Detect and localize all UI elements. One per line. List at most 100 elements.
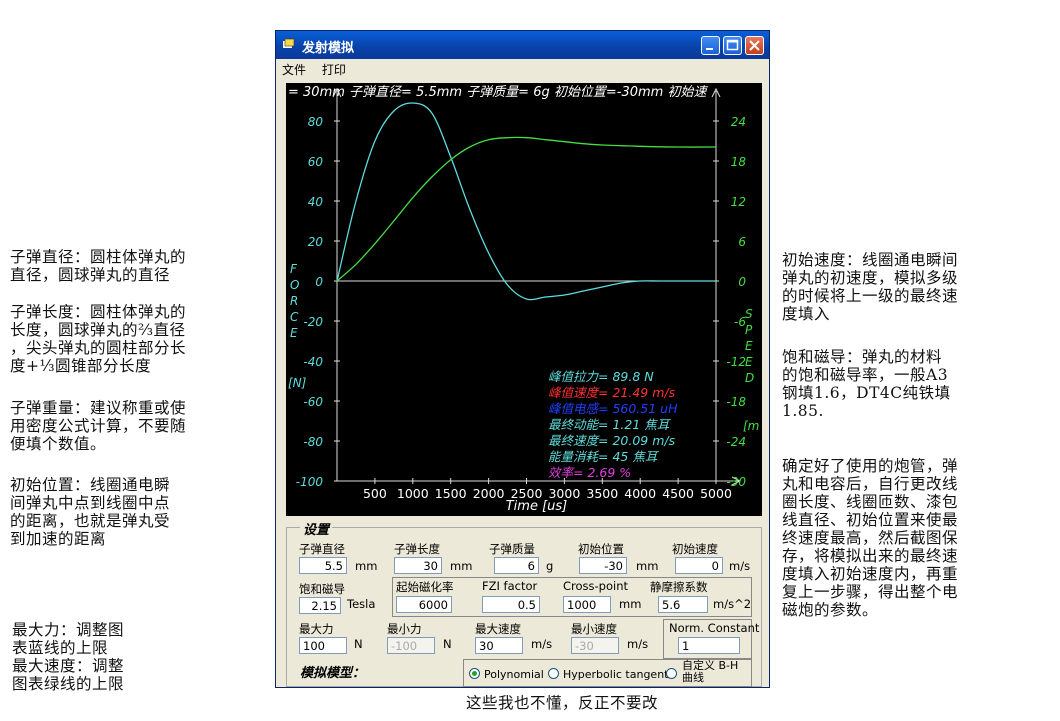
window-title: 发射模拟: [302, 41, 355, 56]
close-icon: [749, 40, 760, 51]
x-axis-label: Time [us]: [506, 499, 568, 514]
left-tick-label: 80: [308, 115, 324, 129]
left-tick-label: -60: [303, 395, 323, 409]
stat-line: 最终速度= 20.09 m/s: [548, 433, 676, 448]
speed-axis-letter: S: [745, 307, 753, 321]
initial-speed-unit: m/s: [729, 559, 751, 573]
maximize-icon: [726, 39, 739, 51]
start-mag-label: 起始磁化率: [396, 580, 454, 594]
model-custom-radio[interactable]: [666, 668, 677, 679]
stat-line: 能量消耗= 45 焦耳: [548, 449, 660, 464]
speed-axis-letter: E: [745, 339, 753, 353]
max-force-label: 最大力: [299, 622, 334, 636]
cross-point-label: Cross-point: [563, 579, 629, 593]
settings-title: 设置: [300, 519, 333, 538]
start-mag-input[interactable]: 6000: [396, 596, 452, 613]
speed-axis-letter: D: [745, 371, 754, 385]
force-axis-letter: O: [290, 278, 299, 292]
speed-axis-letter: E: [745, 355, 753, 369]
stat-line: 最终动能= 1.21 焦耳: [548, 417, 672, 432]
simulation-chart: = 30mm 子弹直径= 5.5mm 子弹质量= 6g 初始位置=-30mm 初…: [286, 83, 762, 516]
note-bullet-diameter: 子弹直径：圆柱体弹丸的 直径，圆球弹丸的直径: [10, 248, 187, 284]
min-force-input[interactable]: -100: [387, 637, 435, 654]
model-hyperbolic-radio[interactable]: [548, 668, 559, 679]
cross-point-unit: mm: [619, 597, 642, 611]
maximize-button[interactable]: [723, 36, 742, 55]
cross-point-input[interactable]: 1000: [563, 596, 611, 613]
x-tick-label: 500: [363, 486, 387, 501]
right-tick-label: 0: [738, 275, 746, 289]
menu-bar: 文件 打印: [276, 59, 769, 79]
model-custom-label[interactable]: 自定义 B-H 曲线: [682, 660, 738, 684]
note-saturation: 饱和磁导：弹丸的材料 的饱和磁导率，一般A3 钢填1.6，DT4C纯铁填 1.8…: [782, 348, 951, 420]
stat-line: 效率= 2.69 %: [548, 465, 631, 480]
force-curve: [336, 102, 716, 301]
minimize-button[interactable]: [701, 36, 720, 55]
right-tick-label: 18: [731, 155, 747, 169]
note-bullet-weight: 子弹重量：建议称重或使 用密度公式计算，不要随 便填个数值。: [10, 399, 187, 453]
left-tick-label: 0: [315, 275, 323, 289]
model-polynomial-label[interactable]: Polynomial: [484, 668, 544, 681]
norm-constant-label: Norm. Constant: [669, 621, 760, 635]
right-tick-label: -12: [726, 355, 746, 369]
max-speed-input[interactable]: 30: [475, 637, 523, 654]
x-tick-label: 2000: [473, 486, 505, 501]
min-force-unit: N: [443, 637, 452, 651]
bullet-length-label: 子弹长度: [394, 542, 440, 556]
initial-position-label: 初始位置: [578, 542, 624, 556]
settings-panel: 设置 子弹直径 5.5 mm 子弹长度 30 mm 子弹质量 6 g 初始位置 …: [286, 519, 762, 687]
title-bar[interactable]: 发射模拟: [276, 31, 769, 59]
chart-header: = 30mm 子弹直径= 5.5mm 子弹质量= 6g 初始位置=-30mm 初…: [288, 84, 708, 100]
min-speed-input[interactable]: -30: [571, 637, 619, 654]
right-tick-label: 6: [738, 235, 746, 249]
min-speed-unit: m/s: [627, 637, 649, 651]
static-friction-label: 静摩擦系数: [650, 580, 708, 594]
left-tick-label: 60: [308, 155, 324, 169]
chart-canvas: = 30mm 子弹直径= 5.5mm 子弹质量= 6g 初始位置=-30mm 初…: [288, 84, 759, 514]
model-polynomial-radio[interactable]: [469, 668, 480, 679]
x-tick-label: 4500: [662, 486, 694, 501]
min-force-label: 最小力: [387, 622, 422, 636]
bullet-length-input[interactable]: 30: [394, 557, 442, 574]
force-axis-unit: [N]: [288, 376, 307, 390]
static-friction-input[interactable]: 5.6: [658, 596, 708, 613]
saturation-unit: Tesla: [347, 597, 376, 611]
initial-speed-input[interactable]: 0: [675, 557, 723, 574]
initial-position-input[interactable]: -30: [579, 557, 627, 574]
max-force-input[interactable]: 100: [299, 637, 347, 654]
menu-file[interactable]: 文件: [276, 59, 312, 78]
fzi-label: FZI factor: [482, 579, 538, 593]
bullet-mass-unit: g: [546, 559, 554, 573]
close-button[interactable]: [745, 36, 764, 55]
bullet-mass-input[interactable]: 6: [494, 557, 539, 574]
left-tick-label: -100: [296, 475, 324, 489]
max-force-unit: N: [354, 637, 363, 651]
fzi-input[interactable]: 0.5: [482, 596, 540, 613]
note-max-force: 最大力：调整图 表蓝线的上限 最大速度：调整 图表绿线的上限: [12, 621, 125, 693]
bullet-diameter-input[interactable]: 5.5: [299, 557, 347, 574]
bullet-mass-label: 子弹质量: [489, 542, 535, 556]
norm-constant-input[interactable]: 1: [678, 637, 740, 654]
right-tick-label: -24: [726, 435, 746, 449]
x-tick-label: 1500: [435, 486, 467, 501]
bullet-length-unit: mm: [450, 559, 473, 573]
stat-line: 峰值拉力= 89.8 N: [548, 369, 654, 384]
force-axis-letter: F: [290, 262, 298, 276]
saturation-label: 饱和磁导: [299, 582, 345, 596]
speed-axis-unit: [m: [743, 419, 759, 433]
initial-speed-label: 初始速度: [672, 542, 718, 556]
left-tick-label: -80: [303, 435, 323, 449]
stat-line: 峰值电感= 560.51 uH: [548, 401, 678, 416]
x-tick-label: 1000: [397, 486, 429, 501]
force-axis-letter: C: [290, 310, 299, 324]
speed-axis-letter: P: [745, 323, 753, 337]
force-axis-letter: R: [290, 294, 298, 308]
right-tick-label: -18: [726, 395, 746, 409]
bullet-diameter-unit: mm: [355, 559, 378, 573]
saturation-input[interactable]: 2.15: [299, 597, 341, 614]
menu-print[interactable]: 打印: [316, 59, 352, 78]
simulation-window: 发射模拟 文件 打印 = 30mm 子弹直径= 5.5mm 子弹质量= 6g 初…: [275, 30, 770, 688]
model-hyperbolic-label[interactable]: Hyperbolic tangent: [563, 668, 668, 681]
max-speed-unit: m/s: [531, 637, 553, 651]
x-tick-label: 4000: [624, 486, 656, 501]
